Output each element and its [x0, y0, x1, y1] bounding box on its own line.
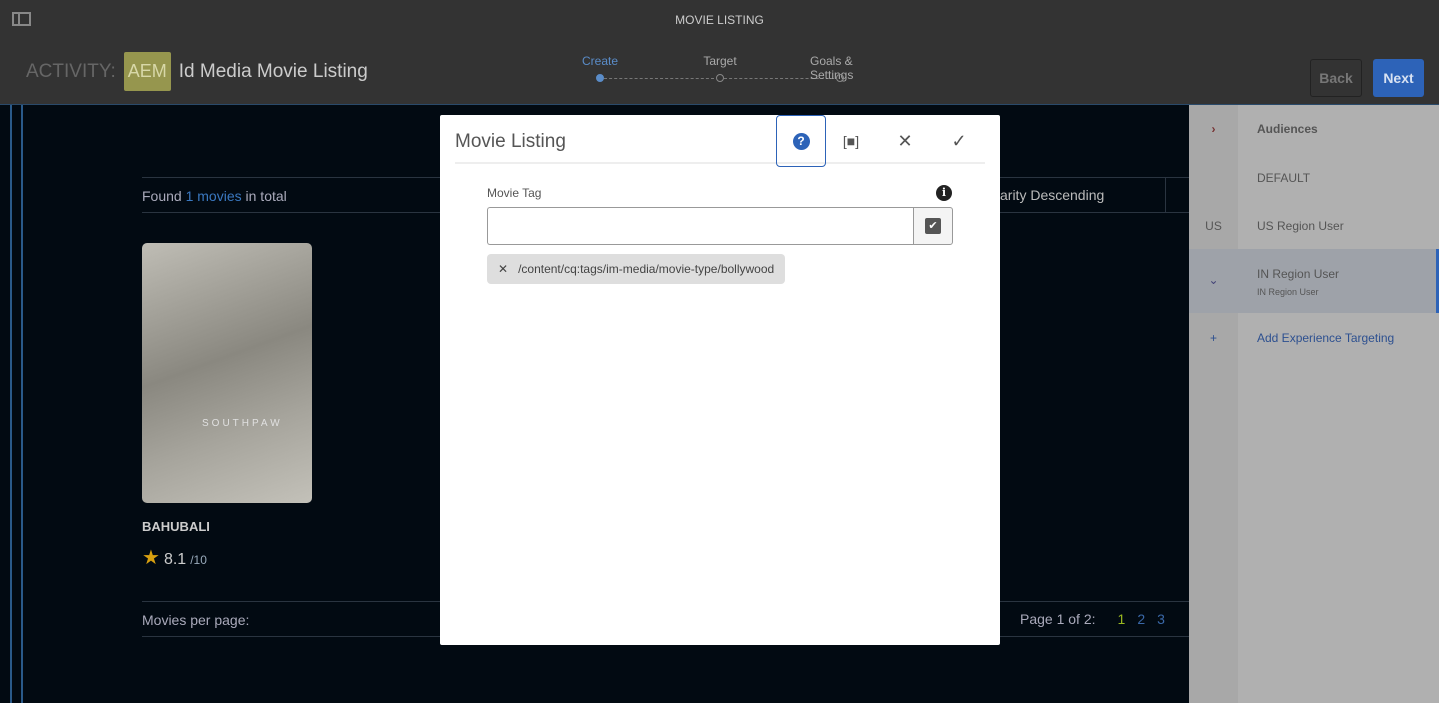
sort-select[interactable]: arity Descending — [1000, 177, 1190, 213]
audience-in[interactable]: ⌄ IN Region User IN Region User — [1189, 249, 1439, 313]
poster-text: SOUTHPAW — [202, 418, 283, 429]
check-icon: ✓ — [951, 130, 967, 151]
tag-path: /content/cq:tags/im-media/movie-type/bol… — [518, 262, 775, 276]
step-dot-target — [716, 74, 724, 82]
next-button[interactable]: Next — [1373, 59, 1424, 97]
rating-value: 8.1 — [163, 551, 187, 568]
audience-label: DEFAULT — [1257, 171, 1311, 185]
aem-badge: AEM — [123, 52, 171, 91]
audiences-panel: › Audiences DEFAULT US US Region User ⌄ IN… — [1189, 105, 1439, 703]
page-info: Page 1 of 2: — [1020, 611, 1096, 627]
close-button[interactable]: ✕ — [880, 115, 930, 167]
movie-tag-input[interactable] — [487, 207, 914, 245]
plus-icon: + — [1209, 331, 1217, 345]
page-link-2[interactable]: 2 — [1137, 611, 1145, 627]
selected-tag: ✕ /content/cq:tags/im-media/movie-type/b… — [487, 254, 786, 284]
chevron-down-icon: ⌄ — [1208, 273, 1219, 287]
dialog-header: Movie Listing ? [■] ✕ ✓ — [455, 115, 985, 167]
fullscreen-button[interactable]: [■] — [826, 115, 876, 167]
movie-tag-label: Movie Tag — [487, 186, 542, 200]
audience-label: US Region User — [1257, 219, 1344, 233]
back-button[interactable]: Back — [1310, 59, 1362, 97]
sort-value: arity Descending — [1000, 187, 1105, 203]
activity-name: Id Media Movie Listing — [178, 60, 368, 82]
help-button[interactable]: ? — [776, 115, 826, 167]
help-icon: ? — [792, 132, 810, 150]
panel-icon-column — [1189, 105, 1238, 703]
page-link-1[interactable]: 1 — [1118, 611, 1126, 627]
top-bar: MOVIE LISTING ACTIVITY: AEM Id Media Mov… — [0, 0, 1439, 105]
tag-picker-button[interactable]: ✔ — [913, 207, 953, 245]
remove-tag-icon[interactable]: ✕ — [498, 262, 508, 276]
step-dot-create — [596, 74, 604, 82]
close-icon: ✕ — [897, 130, 913, 151]
per-page-label: Movies per page: — [142, 612, 250, 628]
audiences-title: Audiences — [1257, 122, 1318, 136]
checkbox-icon: ✔ — [925, 218, 941, 234]
info-icon[interactable]: i — [936, 185, 952, 201]
movie-listing-dialog: Movie Listing ? [■] ✕ ✓ Movie Tag i ✔ ✕ … — [440, 115, 1000, 645]
step-create[interactable]: Create — [582, 54, 618, 68]
window-title: MOVIE LISTING — [675, 13, 764, 27]
activity-label: ACTIVITY: — [26, 60, 116, 82]
wizard-steps: Create Target Goals & Settings — [560, 54, 900, 84]
found-suffix: in total — [245, 188, 287, 204]
done-button[interactable]: ✓ — [934, 115, 984, 167]
page-link-3[interactable]: 3 — [1157, 611, 1165, 627]
rating-max: /10 — [190, 553, 207, 567]
movie-rating: ★ 8.1 /10 — [142, 545, 207, 570]
divider — [1165, 177, 1166, 212]
step-dot-goals — [836, 74, 844, 82]
star-icon: ★ — [142, 547, 160, 569]
chevron-right-icon: › — [1211, 122, 1216, 136]
found-prefix: Found — [142, 188, 182, 204]
activity-header: ACTIVITY: AEM Id Media Movie Listing — [26, 52, 368, 91]
step-connector — [604, 78, 714, 79]
dialog-title: Movie Listing — [455, 131, 566, 152]
found-count: 1 movies — [185, 188, 242, 204]
movie-title[interactable]: BAHUBALI — [142, 519, 210, 534]
step-target[interactable]: Target — [703, 54, 736, 68]
audience-label: IN Region User — [1257, 267, 1340, 281]
movie-poster[interactable]: SOUTHPAW — [142, 243, 312, 503]
audience-icon: US — [1205, 219, 1222, 233]
edit-border-line — [21, 105, 23, 703]
add-targeting-label: Add Experience Targeting — [1257, 331, 1395, 345]
audience-sublabel: IN Region User — [1257, 287, 1319, 297]
pagination: Page 1 of 2: 1 2 3 — [1020, 611, 1165, 627]
fullscreen-icon: [■] — [842, 133, 860, 149]
edit-border-line — [10, 105, 12, 703]
